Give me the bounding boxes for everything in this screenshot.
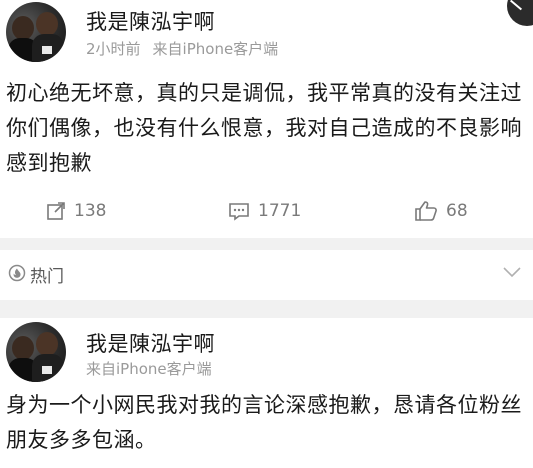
chevron-down-icon[interactable] xyxy=(503,266,521,278)
hot-search-icon xyxy=(8,264,26,282)
username[interactable]: 我是陳泓宇啊 xyxy=(86,6,215,36)
comment-count: 1771 xyxy=(258,201,302,221)
repost-count: 138 xyxy=(74,201,107,221)
thumbs-up-icon xyxy=(415,201,437,221)
comment-icon xyxy=(229,203,249,221)
post-card-2: 我是陳泓宇啊 来自iPhone客户端 身为一个小网民我对我的言论深感抱歉，恳请各… xyxy=(0,318,533,468)
repost-button[interactable]: 138 xyxy=(46,196,106,226)
section-divider xyxy=(0,238,533,250)
comment-button[interactable]: 1771 xyxy=(228,196,301,226)
avatar[interactable] xyxy=(6,2,66,62)
username[interactable]: 我是陳泓宇啊 xyxy=(86,328,215,358)
post-card-1: 我是陳泓宇啊 2小时前 来自iPhone客户端 初心绝无坏意，真的只是调侃，我平常… xyxy=(0,0,533,238)
post-meta: 来自iPhone客户端 xyxy=(86,358,212,379)
avatar-badge xyxy=(42,46,52,54)
avatar[interactable] xyxy=(6,322,66,382)
section-gap xyxy=(0,300,533,318)
avatar-person-left xyxy=(12,16,34,40)
avatar-badge xyxy=(42,366,52,374)
post-text[interactable]: 身为一个小网民我对我的言论深感抱歉，恳请各位粉丝朋友多多包涵。 xyxy=(6,388,526,458)
post-time: 2小时前 xyxy=(86,40,141,58)
repost-icon xyxy=(47,202,65,220)
post-source: 来自iPhone客户端 xyxy=(152,40,279,58)
post-source: 来自iPhone客户端 xyxy=(86,360,212,378)
section-label: 热门 xyxy=(30,267,64,287)
avatar-person-right xyxy=(36,332,58,356)
post-actions: 138 1771 68 xyxy=(0,196,533,226)
avatar-person-left xyxy=(12,336,34,360)
overlay-corner-button[interactable] xyxy=(507,0,533,26)
post-meta: 2小时前 来自iPhone客户端 xyxy=(86,38,278,59)
like-button[interactable]: 68 xyxy=(414,196,468,226)
like-count: 68 xyxy=(446,201,468,221)
hot-section-header[interactable]: 热门 xyxy=(0,250,533,300)
post-text[interactable]: 初心绝无坏意，真的只是调侃，我平常真的没有关注过你们偶像，也没有什么恨意，我对自… xyxy=(6,76,526,181)
avatar-person-right xyxy=(36,12,58,36)
